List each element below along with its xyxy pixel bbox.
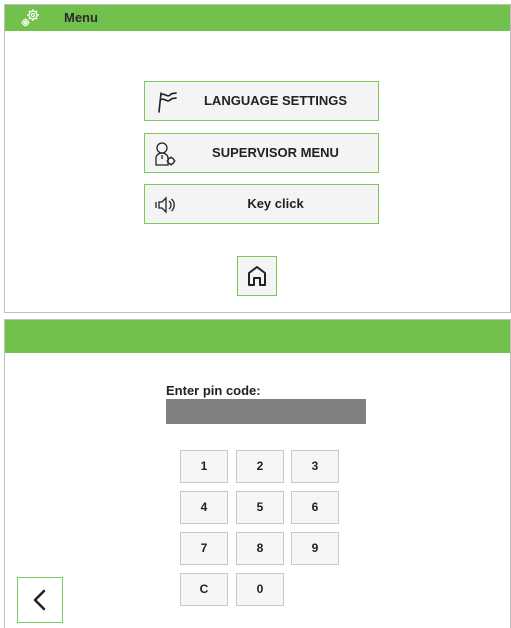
- supervisor-menu-label: SUPERVISOR MENU: [212, 145, 339, 160]
- key-0[interactable]: 0: [236, 573, 284, 606]
- home-button[interactable]: [237, 256, 277, 296]
- key-1[interactable]: 1: [180, 450, 228, 483]
- key-3[interactable]: 3: [291, 450, 339, 483]
- pin-code-field[interactable]: [166, 399, 366, 424]
- key-9[interactable]: 9: [291, 532, 339, 565]
- key-2[interactable]: 2: [236, 450, 284, 483]
- key-8[interactable]: 8: [236, 532, 284, 565]
- key-click-label: Key click: [247, 196, 304, 211]
- key-clear[interactable]: C: [180, 573, 228, 606]
- menu-title-bar: Menu: [5, 5, 510, 31]
- key-4[interactable]: 4: [180, 491, 228, 524]
- pin-code-label: Enter pin code:: [166, 383, 261, 398]
- flag-icon: [158, 92, 177, 113]
- menu-title: Menu: [64, 10, 98, 25]
- menu-screen: Menu LANGUAGE SETTINGS SUPERVISOR MENU K…: [4, 4, 511, 313]
- key-6[interactable]: 6: [291, 491, 339, 524]
- pin-entry-screen: Enter pin code: 1 2 3 4 5 6 7 8 9 C 0: [4, 319, 511, 628]
- gears-icon: [21, 9, 39, 27]
- language-settings-button[interactable]: LANGUAGE SETTINGS: [144, 81, 379, 121]
- key-click-button[interactable]: Key click: [144, 184, 379, 224]
- key-7[interactable]: 7: [180, 532, 228, 565]
- key-5[interactable]: 5: [236, 491, 284, 524]
- language-settings-label: LANGUAGE SETTINGS: [203, 93, 347, 108]
- back-button[interactable]: [17, 577, 63, 623]
- supervisor-menu-button[interactable]: SUPERVISOR MENU: [144, 133, 379, 173]
- pin-title-bar: [5, 320, 510, 353]
- supervisor-icon: [155, 142, 176, 166]
- chevron-left-icon: [33, 589, 46, 611]
- speaker-icon: [155, 196, 175, 214]
- home-icon: [248, 266, 266, 286]
